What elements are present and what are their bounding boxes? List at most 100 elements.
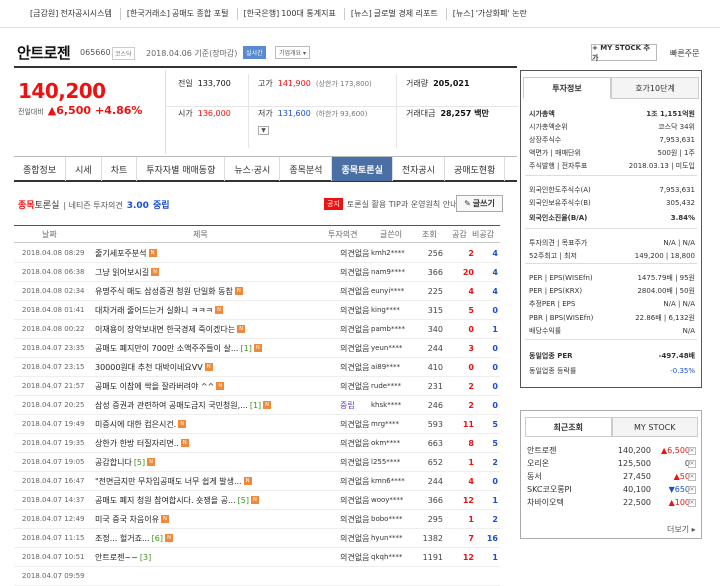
tab-1[interactable]: 시세 — [66, 157, 102, 181]
tab-8[interactable]: 공매도현황 — [445, 157, 506, 181]
post-subject-text[interactable]: 공감합니다 — [95, 457, 132, 468]
table-row[interactable]: 2018.04.07 19:05 공감합니다 [5] N 의견없음 l255**** 652… — [14, 453, 500, 472]
lower-limit: (하한가 93,600) — [315, 109, 368, 118]
post-subject-text[interactable]: 유명주식 매도 삼성증권 청원 단일화 동참 — [95, 286, 233, 297]
notice[interactable]: 공지 토론실 활용 TIP과 운영원칙 안내 — [324, 198, 457, 210]
post-subject-text[interactable]: 그냥 읽어보시길 — [95, 267, 149, 278]
table-row[interactable]: 2018.04.07 20:25 삼성 증권과 관련하여 공매도금지 국민청원,.… — [14, 396, 500, 415]
write-button[interactable]: ✎ 글쓰기 — [456, 195, 503, 212]
add-mystock-button[interactable]: + MY STOCK 추가 — [591, 44, 657, 62]
recent-item[interactable]: 동서 27,450 ▲50 × — [527, 470, 699, 483]
recent-name[interactable]: 오리온 — [527, 458, 549, 469]
tab-orderbook[interactable]: 호가10단계 — [611, 77, 699, 99]
post-subject[interactable]: 공매도 이참에 싹을 잘라버려야 ^^ N — [95, 381, 225, 392]
post-subject-text[interactable]: 공매도 폐지만이 700만 소액주주들이 살... — [95, 343, 238, 354]
recent-name[interactable]: SKC코오롱PI — [527, 484, 572, 495]
post-subject-text[interactable]: 안트로젠~~ — [95, 552, 138, 563]
post-dislikes: 1 — [492, 552, 498, 562]
tab-6[interactable]: 종목토론실 — [332, 157, 393, 181]
post-subject[interactable]: 조정... 헐거죠... [6] N — [95, 533, 173, 544]
post-subject[interactable]: 공매도 폐지만이 700만 소액주주들이 살... [1] N — [95, 343, 262, 354]
quick-order-link[interactable]: 빠른주문 — [670, 48, 699, 59]
table-row[interactable]: 2018.04.07 16:47 "전면금지만 무차입공매도 너무 쉽게 발생..… — [14, 472, 500, 491]
post-author: king**** — [371, 306, 400, 314]
post-subject-text[interactable]: "전면금지만 무차입공매도 너무 쉽게 발생... — [95, 476, 242, 487]
post-subject[interactable]: 이재용이 장악보내면 한국경제 죽이겠다는 N — [95, 324, 246, 335]
post-subject-text[interactable]: 이재용이 장악보내면 한국경제 죽이겠다는 — [95, 324, 235, 335]
post-subject[interactable]: 삼성 증권과 관련하여 공매도금지 국민청원,... [1] N — [95, 400, 272, 411]
board-title-red: 종목 — [18, 201, 35, 211]
news-item[interactable]: [한국은행] 100대 통계지표 — [236, 7, 344, 20]
recent-name[interactable]: 차바이오텍 — [527, 497, 564, 508]
post-subject-text[interactable]: 조정... 헐거죠... — [95, 533, 150, 544]
post-subject-text[interactable]: 미국 중국 차음이유 — [95, 514, 159, 525]
table-row[interactable]: 2018.04.08 01:41 대차거래 줄어드는거 실화니 ㅋㅋㅋ N 의견없음 k… — [14, 301, 500, 320]
news-item[interactable]: [한국거래소] 공매도 종합 포털 — [119, 7, 237, 20]
post-subject[interactable]: 공감합니다 [5] N — [95, 457, 156, 468]
post-subject[interactable]: 대차거래 줄어드는거 실화니 ㅋㅋㅋ N — [95, 305, 224, 316]
news-item[interactable]: [뉴스] '가상화폐' 논란 — [445, 7, 535, 20]
table-row[interactable]: 2018.04.08 06:38 그냥 읽어보시길 N 의견없음 nam9**** 366… — [14, 263, 500, 282]
table-row[interactable]: 2018.04.07 21:57 공매도 이참에 싹을 잘라버려야 ^^ N 의견없음… — [14, 377, 500, 396]
close-icon[interactable]: × — [688, 459, 696, 468]
post-subject[interactable]: 공매도 폐지 청원 참여합시다. 숏쟁을 공... [5] N — [95, 495, 259, 506]
post-subject-text[interactable]: 30000원대 추천 대박이네요VV — [95, 362, 203, 373]
realtime-button[interactable]: 실시간 — [243, 46, 266, 59]
tab-3[interactable]: 투자자별 매매동향 — [137, 157, 226, 181]
tab-mystock[interactable]: MY STOCK — [611, 417, 698, 437]
tab-0[interactable]: 종합정보 — [14, 157, 67, 181]
recent-item[interactable]: 안트로젠 140,200 ▲6,500 × — [527, 444, 699, 457]
tab-2[interactable]: 차트 — [102, 157, 138, 181]
post-subject-text[interactable]: 삼성 증권과 관련하여 공매도금지 국민청원,... — [95, 400, 248, 411]
post-subject-text[interactable]: 대차거래 줄어드는거 실화니 ㅋㅋㅋ — [95, 305, 213, 316]
post-subject-text[interactable]: 줄기세포주분석 — [95, 248, 147, 259]
tab-4[interactable]: 뉴스·공시 — [225, 157, 281, 181]
post-date: 2018.04.08 08:29 — [22, 249, 85, 257]
table-row[interactable]: 2018.04.07 09:59 — [14, 567, 500, 586]
close-icon[interactable]: × — [688, 485, 696, 494]
recent-name[interactable]: 안트로젠 — [527, 445, 556, 456]
corp-overview-button[interactable]: 기업개요 ▾ — [275, 46, 310, 59]
table-row[interactable]: 2018.04.08 00:22 이재용이 장악보내면 한국경제 죽이겠다는 N 의견… — [14, 320, 500, 339]
news-item[interactable]: [뉴스] 글로벌 경제 리포트 — [343, 7, 446, 20]
close-icon[interactable]: × — [688, 446, 696, 455]
post-subject-text[interactable]: 미증시에 대한 컴은시건. — [95, 419, 176, 430]
table-row[interactable]: 2018.04.07 23:35 공매도 폐지만이 700만 소액주주들이 살..… — [14, 339, 500, 358]
post-subject[interactable]: 줄기세포주분석 N — [95, 248, 157, 259]
table-row[interactable]: 2018.04.07 19:35 상한가 한방 터질자리면.. N 의견없음 okm**… — [14, 434, 500, 453]
table-row[interactable]: 2018.04.07 12:49 미국 중국 차음이유 N 의견없음 bobo**** 2… — [14, 510, 500, 529]
post-subject[interactable]: 유명주식 매도 삼성증권 청원 단일화 동참 N — [95, 286, 243, 297]
recent-name[interactable]: 동서 — [527, 471, 542, 482]
post-subject[interactable]: 미국 중국 차음이유 N — [95, 514, 169, 525]
chevron-down-icon[interactable]: ▼ — [258, 126, 269, 135]
tab-7[interactable]: 전자공시 — [393, 157, 445, 181]
post-subject[interactable]: 30000원대 추천 대박이네요VV N — [95, 362, 213, 373]
recent-item[interactable]: SKC코오롱PI 40,100 ▼650 × — [527, 483, 699, 496]
table-row[interactable]: 2018.04.07 10:51 안트로젠~~ [3] 의견없음 qkqh**** 119… — [14, 548, 500, 567]
table-row[interactable]: 2018.04.07 19:49 미증시에 대한 컴은시건. N 의견없음 mrg***… — [14, 415, 500, 434]
post-subject[interactable]: "전면금지만 무차입공매도 너무 쉽게 발생... N — [95, 476, 252, 487]
post-subject[interactable]: 상한가 한방 터질자리면.. N — [95, 438, 189, 449]
tab-invest-info[interactable]: 투자정보 — [523, 77, 611, 99]
table-row[interactable]: 2018.04.07 14:37 공매도 폐지 청원 참여합시다. 숏쟁을 공..… — [14, 491, 500, 510]
post-subject-text[interactable]: 공매도 이참에 싹을 잘라버려야 ^^ — [95, 381, 214, 392]
tab-recent[interactable]: 최근조회 — [525, 417, 612, 437]
info-value: -497.48배 — [658, 351, 695, 360]
post-subject[interactable]: 안트로젠~~ [3] — [95, 552, 151, 563]
news-item[interactable]: [금감원] 전자공시시스템 — [24, 8, 120, 20]
close-icon[interactable]: × — [688, 472, 696, 481]
post-subject-text[interactable]: 공매도 폐지 청원 참여합시다. 숏쟁을 공... — [95, 495, 236, 506]
post-subject[interactable]: 그냥 읽어보시길 N — [95, 267, 160, 278]
table-row[interactable]: 2018.04.08 08:29 줄기세포주분석 N 의견없음 kmh2**** 256 2… — [14, 244, 500, 263]
table-row[interactable]: 2018.04.08 02:34 유명주식 매도 삼성증권 청원 단일화 동참 N 의… — [14, 282, 500, 301]
recent-item[interactable]: 차바이오텍 22,500 ▲100 × — [527, 496, 699, 509]
recent-item[interactable]: 오리온 125,500 0 × — [527, 457, 699, 470]
tab-5[interactable]: 종목분석 — [280, 157, 333, 181]
post-subject[interactable]: 미증시에 대한 컴은시건. N — [95, 419, 187, 430]
post-dislikes: 4 — [492, 286, 498, 296]
post-subject-text[interactable]: 상한가 한방 터질자리면.. — [95, 438, 179, 449]
close-icon[interactable]: × — [688, 498, 696, 507]
info-value: N/A | N/A — [663, 299, 695, 308]
table-row[interactable]: 2018.04.07 23:15 30000원대 추천 대박이네요VV N 의견없음 a… — [14, 358, 500, 377]
more-link[interactable]: 더보기 ▸ — [667, 524, 696, 535]
